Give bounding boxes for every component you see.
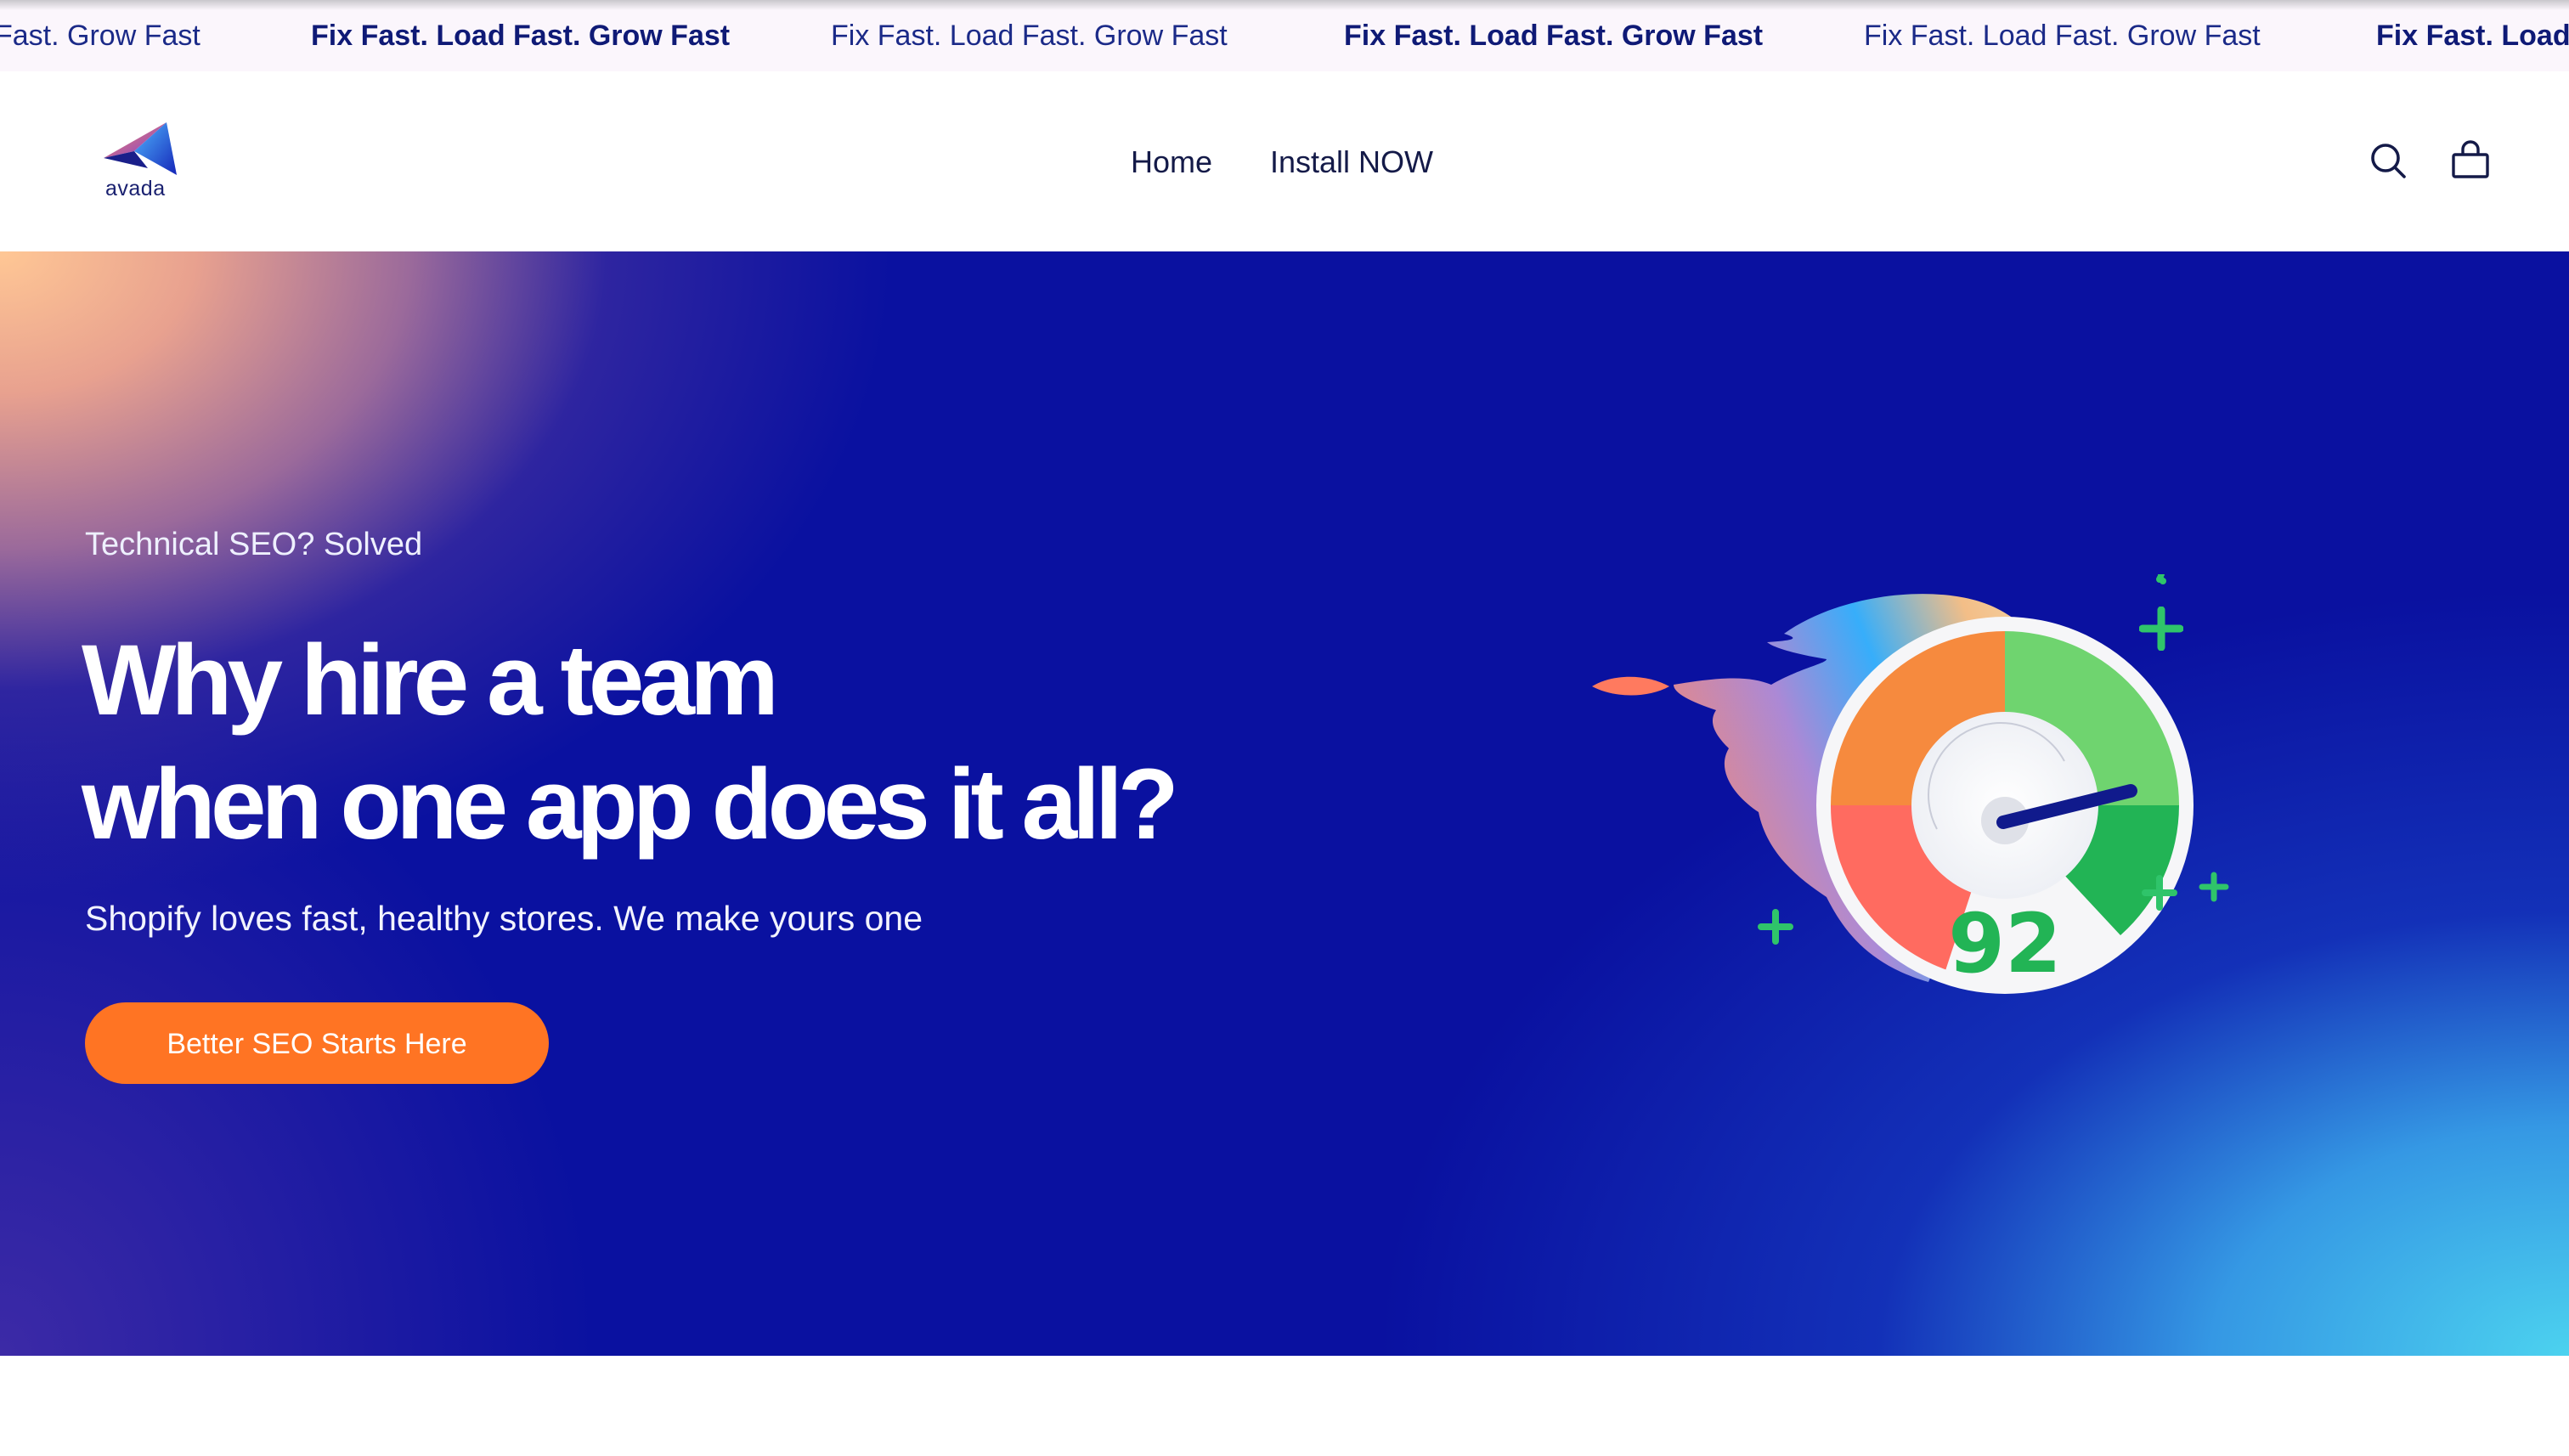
flame-spark [1592,676,1669,696]
better-seo-cta-button[interactable]: Better SEO Starts Here [85,1002,549,1084]
cart-icon[interactable] [2447,138,2494,185]
headline-line-2: when one app does it all? [82,748,1179,861]
nav-install-now[interactable]: Install NOW [1270,144,1433,180]
marquee-item: Fix Fast. Load [2376,20,2569,52]
hero-section: Technical SEO? Solved Why hire a team wh… [0,251,2569,1356]
plus-icon-left [1758,909,1793,945]
marquee-item: Fix Fast. Load Fast. Grow Fast [1344,20,1764,52]
hero-subline: Shopify loves fast, healthy stores. We m… [85,899,923,938]
hero-headline: Why hire a team when one app does it all… [82,618,1179,866]
nav-home[interactable]: Home [1131,144,1212,180]
marquee-item: Fix Fast. Load Fast. Grow Fast [831,20,1228,52]
plus-icon-top-right [2139,607,2183,651]
headline-line-1: Why hire a team [82,624,779,736]
marquee-item: Fix Fast. Load Fast. Grow Fast [311,20,731,52]
top-shade [0,0,2569,10]
hero-eyebrow: Technical SEO? Solved [85,527,423,562]
announcement-bar: Fast. Grow Fast Fix Fast. Load Fast. Gro… [0,0,2569,71]
marquee-item: Fast. Grow Fast [0,20,200,52]
search-icon[interactable] [2365,138,2413,185]
marquee-item: Fix Fast. Load Fast. Grow Fast [1864,20,2261,52]
plus-icon [2199,872,2229,902]
speed-score: 92 [1948,896,2062,991]
site-header: avada Home Install NOW [0,71,2569,251]
logo-text: avada [105,177,166,200]
